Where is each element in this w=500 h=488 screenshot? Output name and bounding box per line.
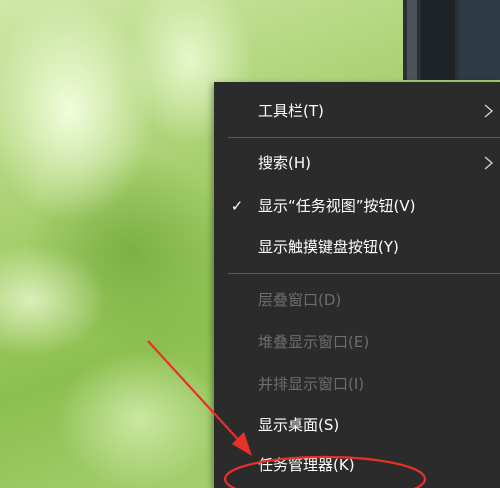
annotation-highlight-ellipse	[223, 455, 427, 488]
